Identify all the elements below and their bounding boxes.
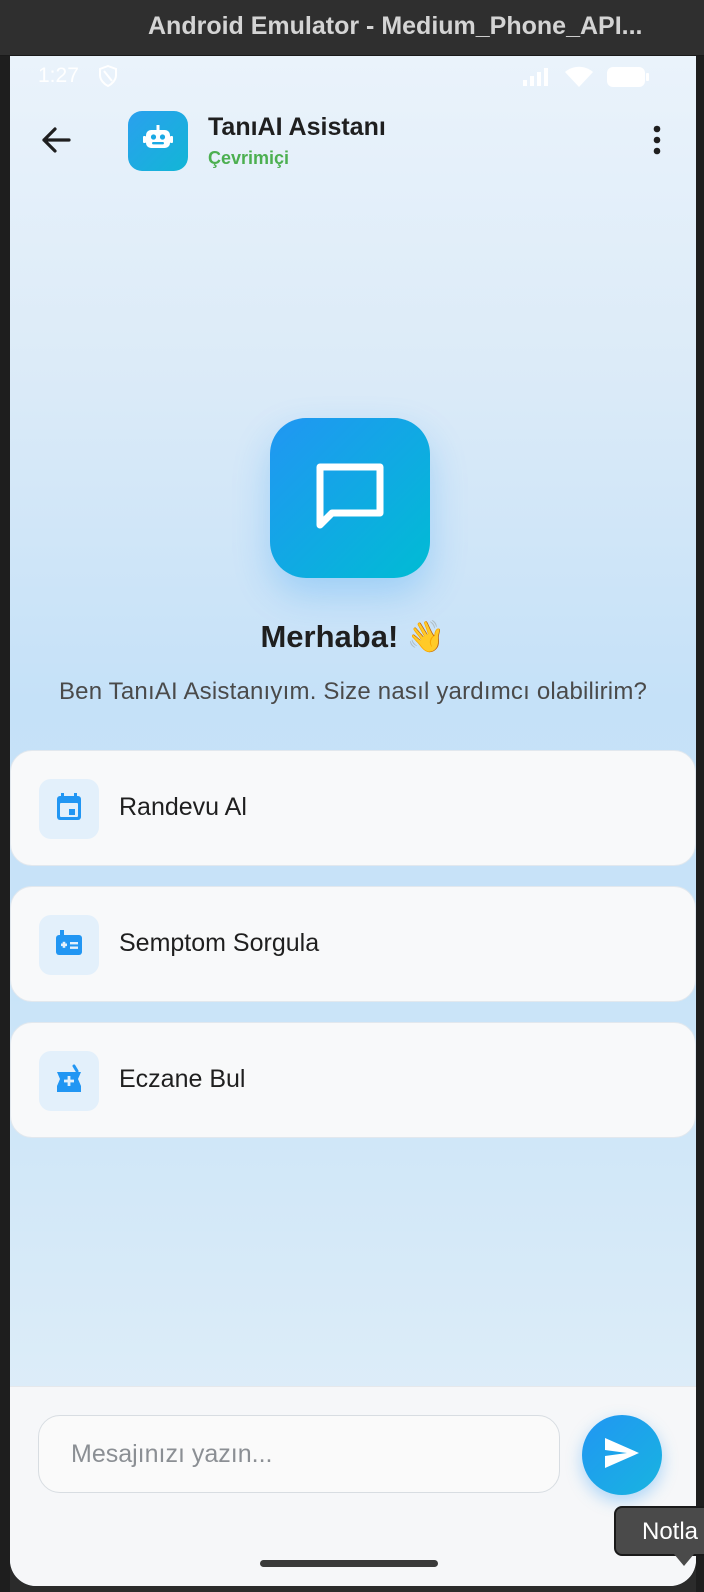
background-editor-strip-right xyxy=(696,56,704,1592)
notes-tooltip: Notla xyxy=(614,1506,704,1556)
online-status: Çevrimiçi xyxy=(208,148,290,168)
card-icon-box xyxy=(39,1051,99,1111)
arrow-left-icon xyxy=(41,126,71,159)
status-time: 1:27 xyxy=(38,64,79,87)
tooltip-text: Notla xyxy=(642,1518,699,1545)
message-composer xyxy=(10,1386,696,1586)
status-icons xyxy=(522,66,650,93)
emulator-title-bar: Android Emulator - Medium_Phone_API... xyxy=(0,0,704,56)
action-label: Eczane Bul xyxy=(119,1065,246,1093)
home-indicator[interactable] xyxy=(260,1560,438,1567)
phone-screen: 1:27 TanıAI Asistanı Çevrimiçi Merhaba! … xyxy=(10,56,696,1586)
signal-icon xyxy=(522,67,552,92)
calendar-icon xyxy=(55,792,83,827)
emulator-window-title: Android Emulator - Medium_Phone_API... xyxy=(148,12,643,40)
action-card-symptom[interactable]: Semptom Sorgula xyxy=(10,886,696,1002)
card-icon-box xyxy=(39,779,99,839)
send-button[interactable] xyxy=(582,1415,662,1495)
app-bar: TanıAI Asistanı Çevrimiçi xyxy=(10,104,696,184)
tooltip-tail xyxy=(674,1554,694,1566)
action-card-pharmacy[interactable]: Eczane Bul xyxy=(10,1022,696,1138)
card-icon-box xyxy=(39,915,99,975)
bot-avatar xyxy=(128,111,188,171)
robot-icon xyxy=(142,123,174,160)
back-button[interactable] xyxy=(36,122,76,162)
welcome-subtitle: Ben TanıAI Asistanıyım. Size nasıl yardı… xyxy=(58,678,648,705)
welcome-title: Merhaba! 👋 xyxy=(260,619,446,654)
medical-kit-icon xyxy=(54,928,84,963)
action-card-appointment[interactable]: Randevu Al xyxy=(10,750,696,866)
background-editor-strip xyxy=(0,56,10,1592)
wifi-icon xyxy=(564,66,594,93)
chat-title: TanıAI Asistanı xyxy=(208,113,386,141)
more-options-button[interactable] xyxy=(642,122,672,162)
battery-icon xyxy=(606,66,650,93)
action-label: Semptom Sorgula xyxy=(119,929,320,957)
send-icon xyxy=(603,1436,641,1475)
shield-icon xyxy=(98,64,118,92)
more-vertical-icon xyxy=(653,125,661,160)
pharmacy-icon xyxy=(54,1064,84,1099)
status-bar: 1:27 xyxy=(10,56,696,96)
welcome-chat-badge xyxy=(270,418,430,578)
action-label: Randevu Al xyxy=(119,793,247,821)
chat-bubble-icon xyxy=(314,463,386,534)
message-input[interactable] xyxy=(38,1415,560,1493)
